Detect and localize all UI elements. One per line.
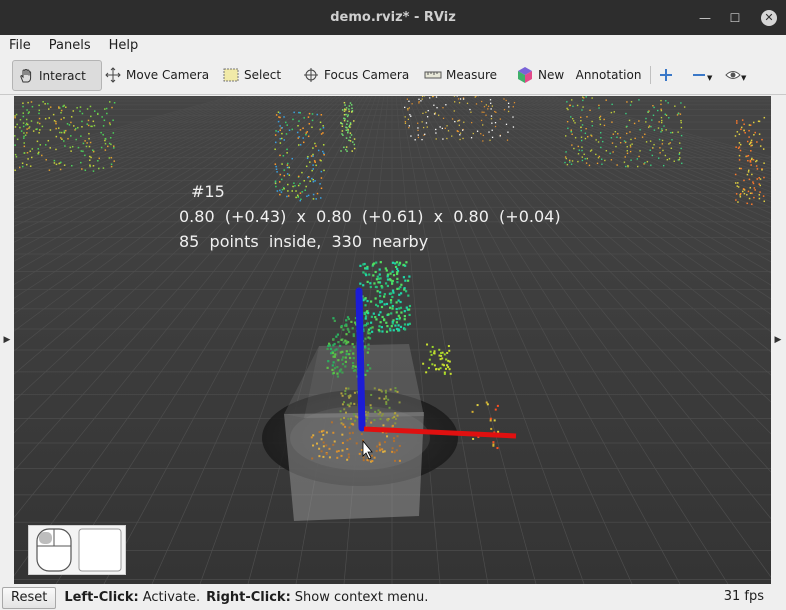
move-camera-tool-button[interactable]: Move Camera [104, 60, 209, 89]
remove-tool-button[interactable]: ▼ [690, 60, 714, 89]
right-click-label: Right-Click: [206, 590, 291, 605]
toolbar-separator [650, 66, 651, 84]
plus-icon [658, 66, 674, 84]
marker-dimensions-text: 0.80 (+0.43) x 0.80 (+0.61) x 0.80 (+0.0… [179, 207, 561, 226]
chevron-right-icon: ▶ [774, 335, 782, 345]
reset-button[interactable]: Reset [2, 586, 57, 609]
marker-points-text: 85 points inside, 330 nearby [179, 232, 429, 251]
move-camera-label: Move Camera [126, 67, 210, 82]
focus-camera-tool-button[interactable]: Focus Camera [302, 60, 409, 89]
window-titlebar: demo.rviz* - RViz [0, 0, 786, 35]
maximize-button[interactable]: ☐ [720, 0, 750, 35]
close-button[interactable]: ✕ [754, 0, 784, 35]
menubar: File Panels Help [0, 35, 786, 56]
right-dock-handle[interactable]: ▶ [771, 96, 785, 584]
measure-label: Measure [446, 67, 497, 82]
interact-label: Interact [39, 68, 86, 83]
toolbar: Interact Move Camera Select Focus Camera… [0, 56, 786, 95]
move-camera-icon [104, 66, 122, 84]
left-click-hint: Activate. [142, 590, 201, 605]
left-dock-handle[interactable]: ▶ [0, 96, 14, 584]
minimize-icon: — [699, 10, 711, 25]
render-viewport[interactable]: #15 0.80 (+0.43) x 0.80 (+0.61) x 0.80 (… [14, 96, 771, 584]
maximize-icon: ☐ [729, 10, 741, 25]
new-annotation-tool-button[interactable]: New Annotation [516, 60, 641, 89]
new-annotation-label: New Annotation [538, 67, 642, 82]
measure-icon [424, 66, 442, 84]
scene-canvas [14, 96, 771, 584]
menu-file[interactable]: File [0, 38, 40, 53]
marker-id-text: #15 [191, 182, 225, 201]
statusbar: Reset Left-Click: Activate. Right-Click:… [0, 585, 786, 610]
add-tool-button[interactable] [658, 60, 678, 89]
mouse-icon [36, 528, 122, 572]
select-tool-button[interactable]: Select [222, 60, 281, 89]
right-click-hint: Show context menu. [294, 590, 429, 605]
chevron-down-icon: ▼ [707, 74, 713, 82]
focus-camera-icon [302, 66, 320, 84]
minimize-button[interactable]: — [690, 0, 720, 35]
chevron-down-icon: ▼ [741, 74, 747, 82]
z-axis-marker[interactable] [355, 287, 366, 432]
minus-icon [690, 66, 708, 84]
window-title: demo.rviz* - RViz [330, 10, 456, 25]
menu-help[interactable]: Help [100, 38, 148, 53]
tool-visibility-button[interactable]: ▼ [724, 60, 750, 89]
select-label: Select [244, 67, 282, 82]
focus-camera-label: Focus Camera [324, 67, 410, 82]
hand-icon [17, 67, 35, 85]
interact-tool-button[interactable]: Interact [12, 60, 102, 91]
cube-icon [516, 66, 534, 84]
close-icon: ✕ [761, 9, 777, 26]
select-icon [222, 66, 240, 84]
measure-tool-button[interactable]: Measure [424, 60, 497, 89]
fps-counter: 31 fps [723, 589, 764, 604]
eye-icon [724, 66, 742, 84]
chevron-right-icon: ▶ [3, 335, 11, 345]
left-click-label: Left-Click: [64, 590, 139, 605]
mouse-hint-panel [28, 525, 126, 575]
menu-panels[interactable]: Panels [40, 38, 100, 53]
